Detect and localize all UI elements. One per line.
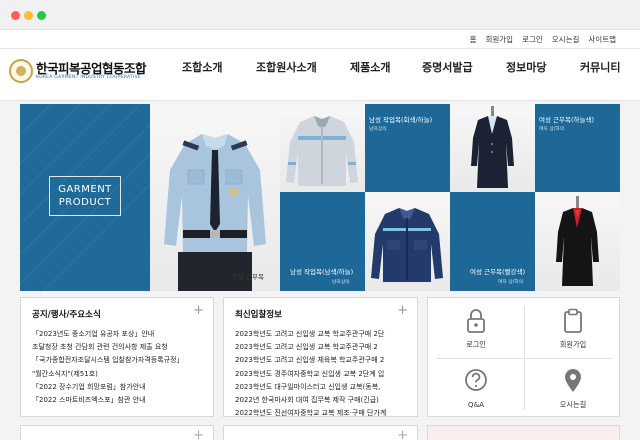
bid-item[interactable]: 2023학년도 고려고 신입생 체육복 학교주관구매 2 (235, 354, 409, 367)
bid-panel-title: 최신입찰정보 (235, 310, 282, 320)
quick-login-label: 로그인 (466, 340, 486, 349)
notice-panel-title: 공지/행사/주요소식 (32, 310, 101, 320)
utility-links: 홈 회원가입 로그인 오시는길 사이트맵 (470, 34, 616, 45)
tile-label-men-navy: 남성 작업복(남색/하늘) (290, 268, 354, 276)
tile-label-women-sky: 여성 근무복(하늘색) (539, 116, 594, 124)
hero-title-line2: PRODUCT (58, 197, 112, 208)
bid-item[interactable]: 2022년 한국마사회 대여 집무복 제작 구매(긴급) (235, 394, 409, 407)
util-link-signup[interactable]: 회원가입 (485, 34, 513, 45)
product-tile-men-navy[interactable] (365, 192, 450, 291)
nav-item-info[interactable]: 정보마당 (506, 59, 546, 75)
util-link-sitemap[interactable]: 사이트맵 (588, 34, 616, 45)
minimize-window-icon[interactable] (24, 11, 33, 20)
browser-title-bar (0, 0, 640, 30)
product-tile-women-red[interactable] (535, 192, 620, 291)
tile-label-women-red: 여성 근무복(빨강색) (470, 268, 525, 276)
nav-item-members[interactable]: 조합원사소개 (256, 59, 317, 75)
bid-item[interactable]: 2022학년도 진선여자중학교 교복 제조·구매 단가계 (235, 407, 409, 420)
police-shirt-image (164, 134, 266, 291)
util-link-directions[interactable]: 오시는길 (552, 34, 580, 45)
map-pin-icon (565, 369, 581, 392)
women-navy-suit-image (471, 106, 514, 188)
garment-product-box: GARMENT PRODUCT (49, 176, 121, 216)
lower-panel-middle: + (223, 425, 418, 440)
util-link-home[interactable]: 홈 (470, 34, 477, 45)
tile-sub-men-navy: 남자상의 (332, 280, 350, 285)
lower-middle-plus-icon[interactable]: + (397, 428, 408, 440)
product-tile-women-sky[interactable] (450, 104, 535, 192)
hero-title-line1: GARMENT (58, 184, 112, 195)
quick-directions-button[interactable]: 오시는길 (525, 358, 621, 418)
product-tile-women-sky-label[interactable]: 여성 근무복(하늘색) 여자 상/하의 (535, 104, 620, 192)
notice-more-plus-icon[interactable]: + (193, 303, 204, 318)
web-page: 홈 회원가입 로그인 오시는길 사이트맵 한국피복공업협동조합 KOREA GA… (0, 30, 640, 440)
notice-item[interactable]: 조달청장 초청 간담회 관련 건의사항 제출 요청 (32, 341, 205, 354)
maximize-window-icon[interactable] (37, 11, 46, 20)
site-logo[interactable]: 한국피복공업협동조합 KOREA GARMENT INDUSTRY COOPER… (9, 57, 157, 87)
util-link-login[interactable]: 로그인 (522, 34, 543, 45)
utility-bar: 홈 회원가입 로그인 오시는길 사이트맵 (0, 30, 640, 49)
product-tile-men-grey-label[interactable]: 남성 작업복(회색/하늘) 남자상의 (365, 104, 450, 192)
tile-sub-women-red: 여자 상/하의 (498, 280, 524, 285)
site-header: 한국피복공업협동조합 KOREA GARMENT INDUSTRY COOPER… (0, 49, 640, 101)
bid-info-panel: 최신입찰정보 + 2023학년도 고려고 신입생 교복 학교주관구매 2단 20… (223, 297, 418, 417)
bid-item[interactable]: 2023학년도 고려고 신입생 교복 학교주관구매 2 (235, 341, 409, 354)
hero-banner: GARMENT PRODUCT 경찰 근무복 남성 작업복(회색/하늘) 남자상… (20, 104, 620, 291)
cooperative-emblem-icon (9, 59, 33, 83)
close-window-icon[interactable] (11, 11, 20, 20)
lower-panel-right (427, 425, 620, 440)
quick-signup-label: 회원가입 (559, 340, 587, 349)
hero-intro-panel: GARMENT PRODUCT (20, 104, 150, 291)
product-tile-men-grey[interactable] (280, 104, 365, 192)
notice-list: 「2023년도 중소기업 유공자 포상」안내 조달청장 초청 간담회 관련 건의… (32, 328, 205, 407)
logo-english-name: KOREA GARMENT INDUSTRY COOPERATIVE (36, 75, 142, 80)
product-tile-police[interactable]: 경찰 근무복 (150, 104, 280, 291)
women-black-suit-image (556, 196, 599, 286)
product-tile-men-navy-label[interactable]: 남성 작업복(남색/하늘) 남자상의 (280, 192, 365, 291)
nav-item-community[interactable]: 커뮤니티 (580, 59, 620, 75)
grey-work-jacket-image (286, 116, 358, 186)
quick-menu: 로그인 회원가입 Q&A 오시는길 (427, 297, 620, 417)
tile-sub-men-grey: 남자상의 (369, 127, 387, 132)
notice-item[interactable]: 「국가종합전자조달시스템 입찰참가자격등록규정」 (32, 354, 205, 367)
nav-item-products[interactable]: 제품소개 (350, 59, 390, 75)
tile-label-men-grey: 남성 작업복(회색/하늘) (369, 116, 433, 124)
nav-item-about[interactable]: 조합소개 (182, 59, 222, 75)
product-tile-women-red-label[interactable]: 여성 근무복(빨강색) 여자 상/하의 (450, 192, 535, 291)
tile-sub-women-sky: 여자 상/하의 (539, 127, 565, 132)
quick-qna-label: Q&A (467, 400, 485, 409)
lock-icon (467, 309, 485, 333)
notice-panel: 공지/행사/주요소식 + 「2023년도 중소기업 유공자 포상」안내 조달청장… (20, 297, 214, 417)
quick-login-button[interactable]: 로그인 (428, 298, 524, 358)
tile-label-police: 경찰 근무복 (232, 273, 264, 281)
bid-item[interactable]: 2023학년도 대구일마이스터고 신입생 교복(동복, (235, 381, 409, 394)
bid-item[interactable]: 2023학년도 경주여자중학교 신입생 교복 2단계 입 (235, 368, 409, 381)
clipboard-icon (564, 308, 582, 333)
notice-item[interactable]: "월간소식지"(제51호) (32, 368, 205, 381)
bid-more-plus-icon[interactable]: + (397, 303, 408, 318)
nav-item-certificates[interactable]: 증명서발급 (422, 59, 473, 75)
notice-item[interactable]: 「2022 스마트비즈엑스포」참관 안내 (32, 394, 205, 407)
main-navigation: 조합소개 조합원사소개 제품소개 증명서발급 정보마당 커뮤니티 (172, 59, 628, 79)
lower-panel-left: + (20, 425, 214, 440)
quick-qna-button[interactable]: Q&A (428, 358, 524, 418)
bid-list: 2023학년도 고려고 신입생 교복 학교주관구매 2단 2023학년도 고려고… (235, 328, 409, 420)
navy-work-jacket-image (371, 208, 443, 282)
quick-signup-button[interactable]: 회원가입 (525, 298, 621, 358)
lower-left-plus-icon[interactable]: + (193, 428, 204, 440)
notice-item[interactable]: 「2023년도 중소기업 유공자 포상」안내 (32, 328, 205, 341)
question-icon (465, 369, 487, 391)
quick-directions-label: 오시는길 (559, 400, 587, 409)
notice-item[interactable]: 「2022 장수기업 희망포럼」참가안내 (32, 381, 205, 394)
bid-item[interactable]: 2023학년도 고려고 신입생 교복 학교주관구매 2단 (235, 328, 409, 341)
